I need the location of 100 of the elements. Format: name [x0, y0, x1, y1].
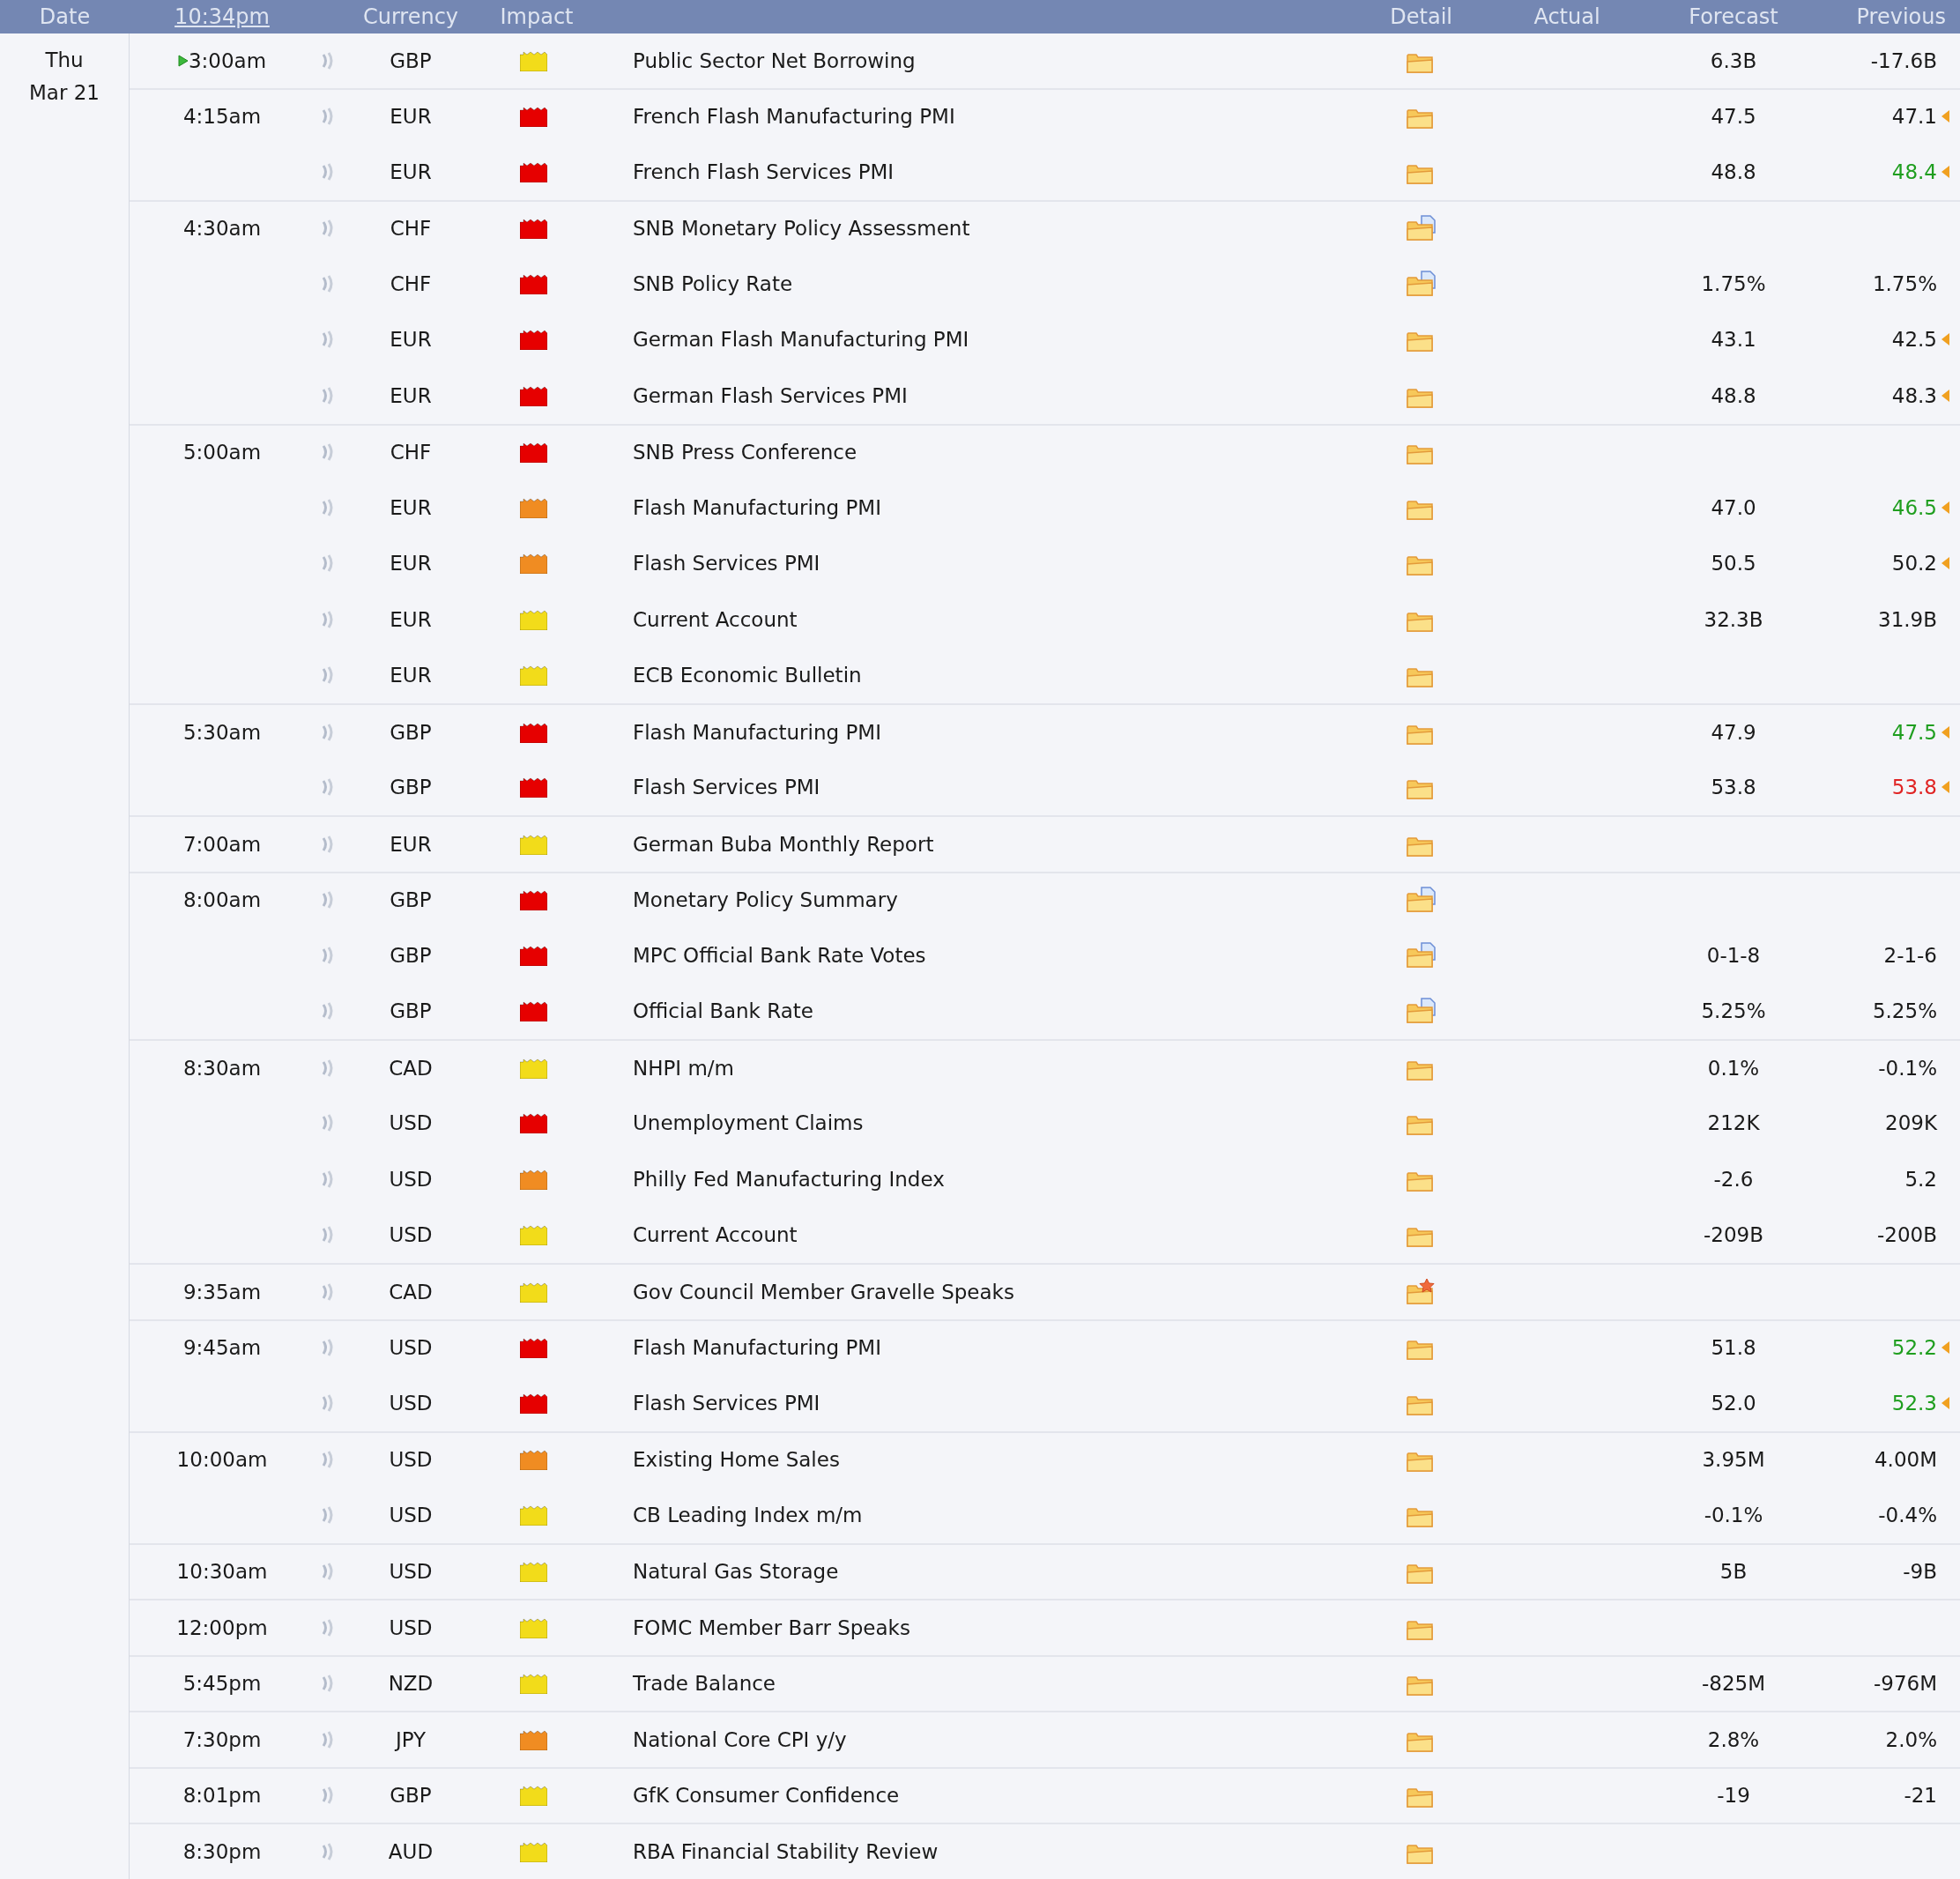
- previous-value: -0.4%: [1878, 1502, 1937, 1528]
- sound-icon[interactable]: [321, 553, 335, 574]
- event-title[interactable]: National Core CPI y/y: [633, 1727, 847, 1751]
- sound-icon[interactable]: [321, 273, 335, 293]
- currency-code: GBP: [390, 1784, 432, 1807]
- sound-icon[interactable]: [321, 1113, 335, 1133]
- event-title[interactable]: Flash Manufacturing PMI: [633, 720, 881, 744]
- sound-icon[interactable]: [321, 722, 335, 742]
- event-time: 4:30am: [182, 216, 262, 241]
- event-time: 5:45pm: [182, 1671, 262, 1697]
- sound-icon[interactable]: [321, 1729, 335, 1749]
- sound-icon[interactable]: [321, 385, 335, 405]
- currency-code: EUR: [390, 832, 432, 856]
- event-title[interactable]: Flash Services PMI: [633, 776, 820, 798]
- event-title[interactable]: French Flash Manufacturing PMI: [633, 105, 955, 128]
- sound-icon[interactable]: [321, 665, 335, 686]
- event-title[interactable]: Philly Fed Manufacturing Index: [633, 1167, 945, 1191]
- revision-arrow-icon[interactable]: [1941, 110, 1949, 123]
- event-title[interactable]: NHPI m/m: [633, 1056, 735, 1080]
- revision-arrow-icon[interactable]: [1941, 333, 1949, 346]
- event-title[interactable]: Gov Council Member Gravelle Speaks: [633, 1280, 1014, 1303]
- event-title[interactable]: FOMC Member Barr Speaks: [633, 1615, 910, 1639]
- event-title[interactable]: Current Account: [633, 1223, 798, 1246]
- folder-document-icon[interactable]: [1406, 887, 1436, 914]
- event-title[interactable]: Existing Home Sales: [633, 1448, 840, 1471]
- event-title[interactable]: RBA Financial Stability Review: [633, 1839, 939, 1863]
- sound-icon[interactable]: [321, 609, 335, 629]
- event-title[interactable]: German Flash Services PMI: [633, 383, 908, 407]
- event-title[interactable]: GfK Consumer Confidence: [633, 1784, 900, 1807]
- folder-document-icon[interactable]: [1406, 215, 1436, 242]
- sound-icon[interactable]: [321, 1001, 335, 1021]
- forecast-value: 50.5: [1711, 552, 1756, 575]
- forecast-value: 2.8%: [1707, 1727, 1760, 1751]
- sound-icon[interactable]: [321, 1450, 335, 1470]
- sound-icon[interactable]: [321, 1169, 335, 1189]
- event-title[interactable]: German Buba Monthly Report: [633, 832, 934, 856]
- revision-arrow-icon[interactable]: [1941, 165, 1949, 178]
- sound-icon[interactable]: [321, 1617, 335, 1638]
- sound-icon[interactable]: [321, 1674, 335, 1694]
- sound-icon[interactable]: [321, 1841, 335, 1861]
- sound-icon[interactable]: [321, 1562, 335, 1582]
- currency-code: USD: [389, 1336, 433, 1359]
- sound-icon[interactable]: [321, 1281, 335, 1302]
- event-title[interactable]: CB Leading Index m/m: [633, 1503, 863, 1526]
- event-title[interactable]: French Flash Services PMI: [633, 160, 895, 183]
- folder-star-icon[interactable]: [1406, 1278, 1436, 1305]
- event-title[interactable]: Monetary Policy Summary: [633, 888, 898, 911]
- event-time: 8:30pm: [182, 1838, 262, 1865]
- revision-arrow-icon[interactable]: [1941, 389, 1949, 402]
- revision-arrow-icon[interactable]: [1941, 501, 1949, 514]
- event-title[interactable]: ECB Economic Bulletin: [633, 664, 862, 687]
- sound-icon[interactable]: [321, 945, 335, 965]
- revision-arrow-icon[interactable]: [1941, 1396, 1949, 1409]
- sound-icon[interactable]: [321, 1504, 335, 1525]
- previous-value: 5.25%: [1872, 999, 1937, 1024]
- sound-icon[interactable]: [321, 1338, 335, 1358]
- folder-document-icon[interactable]: [1406, 270, 1436, 297]
- sound-icon[interactable]: [321, 330, 335, 350]
- event-title[interactable]: SNB Press Conference: [633, 441, 858, 464]
- event-title[interactable]: Unemployment Claims: [633, 1111, 864, 1134]
- event-title[interactable]: Public Sector Net Borrowing: [633, 48, 916, 72]
- currency-code: USD: [389, 1223, 433, 1246]
- previous-value: 52.2: [1891, 1335, 1937, 1361]
- sound-icon[interactable]: [321, 1225, 335, 1245]
- sound-icon[interactable]: [321, 777, 335, 798]
- event-title[interactable]: Flash Services PMI: [633, 552, 820, 575]
- sound-icon[interactable]: [321, 219, 335, 239]
- revision-arrow-icon[interactable]: [1941, 557, 1949, 570]
- sound-icon[interactable]: [321, 1393, 335, 1413]
- sound-icon[interactable]: [321, 161, 335, 182]
- event-title[interactable]: German Flash Manufacturing PMI: [633, 328, 969, 351]
- event-title[interactable]: Flash Services PMI: [633, 1391, 820, 1415]
- revision-arrow-icon[interactable]: [1941, 781, 1949, 794]
- column-header: Actual: [1533, 4, 1600, 29]
- forecast-value: 0.1%: [1707, 1056, 1760, 1080]
- revision-arrow-icon[interactable]: [1941, 725, 1949, 739]
- event-title[interactable]: Flash Manufacturing PMI: [633, 495, 881, 519]
- event-title[interactable]: SNB Monetary Policy Assessment: [633, 217, 970, 240]
- folder-document-icon[interactable]: [1406, 941, 1436, 969]
- event-title[interactable]: Natural Gas Storage: [633, 1560, 839, 1583]
- sound-icon[interactable]: [321, 497, 335, 517]
- revision-arrow-icon[interactable]: [1941, 1341, 1949, 1355]
- event-title[interactable]: Flash Manufacturing PMI: [633, 1336, 881, 1359]
- currency-code: JPY: [395, 1727, 427, 1751]
- sound-icon[interactable]: [321, 1058, 335, 1078]
- event-title[interactable]: Trade Balance: [633, 1672, 776, 1695]
- folder-document-icon[interactable]: [1406, 998, 1436, 1025]
- previous-value: 42.5: [1891, 327, 1937, 353]
- event-title[interactable]: Official Bank Rate: [633, 999, 813, 1022]
- sound-icon[interactable]: [321, 834, 335, 854]
- sound-icon[interactable]: [321, 890, 335, 910]
- event-title[interactable]: SNB Policy Rate: [633, 271, 793, 295]
- event-title[interactable]: Current Account: [633, 607, 798, 631]
- sound-icon[interactable]: [321, 107, 335, 127]
- sound-icon[interactable]: [321, 50, 335, 71]
- sound-icon[interactable]: [321, 442, 335, 463]
- sound-icon[interactable]: [321, 1786, 335, 1806]
- event-title[interactable]: MPC Official Bank Rate Votes: [633, 943, 926, 967]
- previous-value: 209K: [1885, 1110, 1937, 1136]
- event-time: 8:01pm: [182, 1783, 262, 1808]
